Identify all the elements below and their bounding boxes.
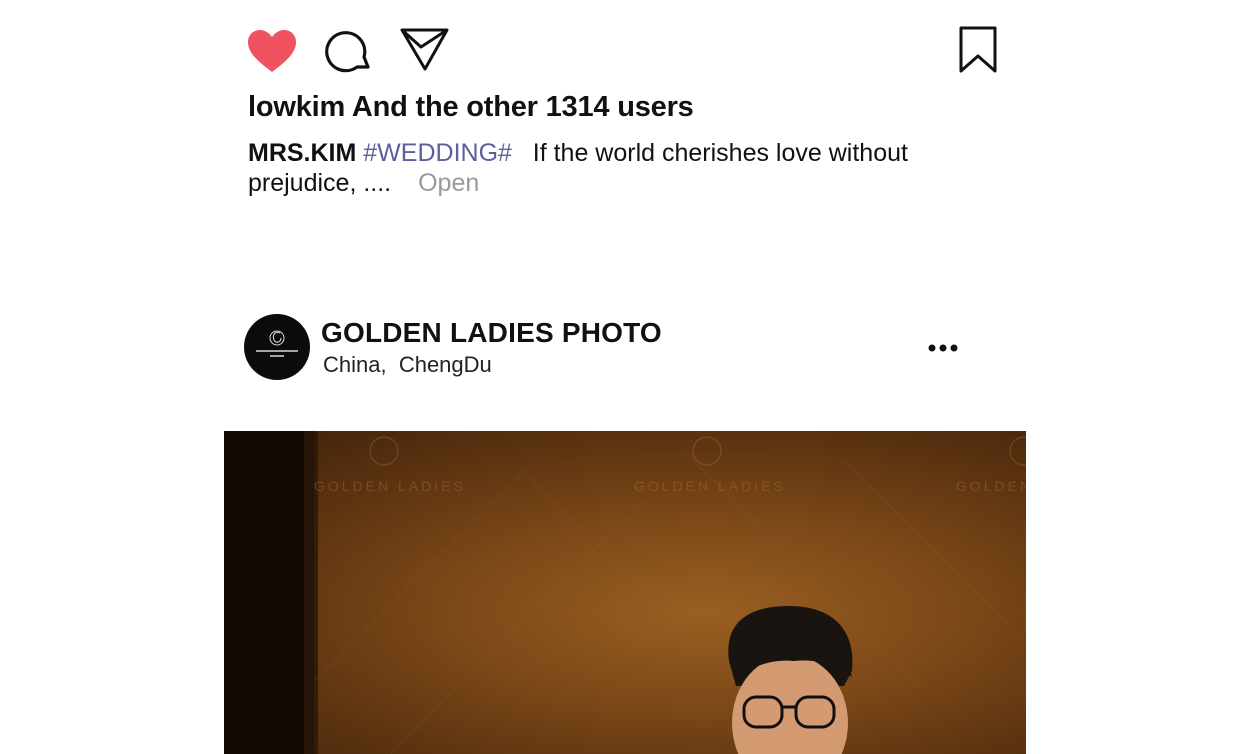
photo-illustration: GOLDEN LADIES GOLDEN LADIES GOLDEN LADIE… <box>224 431 1026 754</box>
golden-ladies-logo <box>256 330 298 357</box>
location-country: China, <box>323 352 387 377</box>
avatar[interactable] <box>244 314 310 380</box>
send-paper-plane-icon[interactable] <box>399 27 451 73</box>
watermark-text-1: GOLDEN LADIES <box>314 478 466 494</box>
bookmark-icon[interactable] <box>958 26 998 74</box>
post-photo[interactable]: GOLDEN LADIES GOLDEN LADIES GOLDEN LADIE… <box>224 431 1026 754</box>
comment-bubble-icon[interactable] <box>324 27 374 75</box>
caption-hashtag[interactable]: #WEDDING# <box>363 139 512 167</box>
post-header: GOLDEN LADIES PHOTO China, ChengDu <box>244 314 984 384</box>
account-name[interactable]: GOLDEN LADIES PHOTO <box>321 317 662 349</box>
heart-icon[interactable] <box>246 28 298 74</box>
watermark-text-2: GOLDEN LADIES <box>634 478 786 494</box>
post-caption: MRS.KIM #WEDDING# If the world cherishes… <box>248 138 948 198</box>
post-location[interactable]: China, ChengDu <box>323 352 492 378</box>
post-action-bar <box>0 0 1250 90</box>
caption-author[interactable]: MRS.KIM <box>248 139 356 167</box>
more-horizontal-icon[interactable] <box>924 334 964 362</box>
caption-open-link[interactable]: Open <box>418 169 479 197</box>
location-city: ChengDu <box>398 352 492 377</box>
likes-count[interactable]: lowkim And the other 1314 users <box>248 91 694 124</box>
post-feed: lowkim And the other 1314 users MRS.KIM … <box>0 0 1250 754</box>
watermark-text-3: GOLDEN LADIES <box>956 478 1026 494</box>
